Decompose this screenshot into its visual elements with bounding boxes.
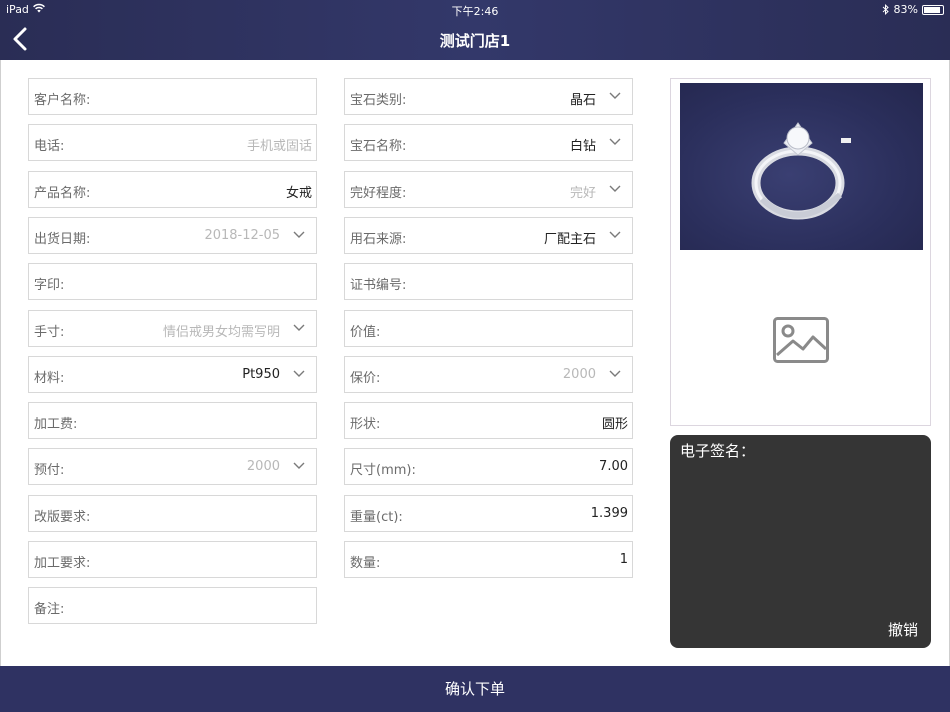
- form-field[interactable]: 重量(ct): 1.399: [344, 495, 633, 532]
- field-label: 出货日期:: [34, 232, 91, 247]
- field-value[interactable]: 1.399: [591, 506, 628, 521]
- form-field[interactable]: 字印:: [28, 263, 317, 300]
- field-label: 预付:: [34, 463, 65, 478]
- ring-image: [751, 122, 851, 220]
- form-field[interactable]: 用石来源: 厂配主石: [344, 217, 633, 254]
- battery-icon: [922, 4, 944, 15]
- form-field[interactable]: 保价: 2000: [344, 356, 633, 393]
- form-field[interactable]: 手寸: 情侣戒男女均需写明: [28, 310, 317, 347]
- form-field[interactable]: 备注:: [28, 587, 317, 624]
- field-label: 证书编号:: [350, 278, 407, 293]
- form-field[interactable]: 电话: 手机或固话: [28, 124, 317, 161]
- field-label: 重量(ct):: [350, 510, 403, 525]
- field-label: 字印:: [34, 278, 65, 293]
- field-value[interactable]: 2000: [563, 367, 596, 382]
- field-label: 改版要求:: [34, 510, 91, 525]
- image-panel: [670, 78, 931, 426]
- field-value[interactable]: 手机或固话: [247, 135, 312, 154]
- field-label: 备注:: [34, 602, 65, 617]
- chevron-down-icon[interactable]: [609, 137, 621, 147]
- field-label: 保价:: [350, 371, 381, 386]
- confirm-order-button[interactable]: 确认下单: [0, 666, 950, 712]
- undo-button[interactable]: 撤销: [888, 619, 918, 640]
- field-label: 形状:: [350, 417, 381, 432]
- form-field[interactable]: 改版要求:: [28, 495, 317, 532]
- page-title: 测试门店1: [439, 32, 511, 50]
- field-label: 材料:: [34, 371, 65, 386]
- image-placeholder-icon[interactable]: [773, 317, 829, 363]
- field-label: 宝石类别:: [350, 93, 407, 108]
- bluetooth-icon: [882, 4, 889, 15]
- field-value[interactable]: Pt950: [242, 367, 280, 382]
- form-field[interactable]: 材料: Pt950: [28, 356, 317, 393]
- form-field[interactable]: 形状: 圆形: [344, 402, 633, 439]
- status-time: 下午2:46: [451, 5, 499, 18]
- chevron-down-icon[interactable]: [293, 461, 305, 471]
- form-field[interactable]: 完好程度: 完好: [344, 171, 633, 208]
- field-value[interactable]: 7.00: [599, 459, 628, 474]
- form-field[interactable]: 产品名称: 女戒: [28, 171, 317, 208]
- chevron-down-icon[interactable]: [293, 323, 305, 333]
- field-value[interactable]: 2000: [247, 459, 280, 474]
- form-field[interactable]: 宝石名称: 白钻: [344, 124, 633, 161]
- form-field[interactable]: 加工费:: [28, 402, 317, 439]
- signature-label: 电子签名：: [680, 442, 756, 460]
- form-field[interactable]: 数量: 1: [344, 541, 633, 578]
- field-label: 手寸:: [34, 325, 65, 340]
- chevron-down-icon[interactable]: [609, 369, 621, 379]
- field-value[interactable]: 圆形: [602, 413, 628, 432]
- form-field[interactable]: 客户名称:: [28, 78, 317, 115]
- field-label: 加工要求:: [34, 556, 91, 571]
- form-field[interactable]: 预付: 2000: [28, 448, 317, 485]
- form-field[interactable]: 出货日期: 2018-12-05: [28, 217, 317, 254]
- chevron-down-icon[interactable]: [609, 230, 621, 240]
- field-value[interactable]: 1: [620, 552, 628, 567]
- field-label: 完好程度:: [350, 186, 407, 201]
- form-field[interactable]: 尺寸(mm): 7.00: [344, 448, 633, 485]
- field-value[interactable]: 情侣戒男女均需写明: [163, 321, 280, 340]
- field-label: 产品名称:: [34, 186, 91, 201]
- field-label: 加工费:: [34, 417, 78, 432]
- field-label: 客户名称:: [34, 93, 91, 108]
- form-field[interactable]: 宝石类别: 晶石: [344, 78, 633, 115]
- field-label: 电话:: [34, 139, 65, 154]
- form-field[interactable]: 证书编号:: [344, 263, 633, 300]
- field-value[interactable]: 白钻: [570, 135, 596, 154]
- chevron-down-icon[interactable]: [293, 369, 305, 379]
- field-value[interactable]: 完好: [570, 182, 596, 201]
- ring-photo[interactable]: [680, 83, 923, 250]
- nav-header: iPad 下午2:46 83% 测试门店1: [0, 0, 950, 60]
- field-label: 用石来源:: [350, 232, 407, 247]
- left-edge-divider: [0, 60, 1, 666]
- field-value[interactable]: 厂配主石: [544, 228, 596, 247]
- field-label: 数量:: [350, 556, 381, 571]
- field-value[interactable]: 女戒: [286, 182, 312, 201]
- field-value[interactable]: 2018-12-05: [204, 228, 280, 243]
- status-battery: 83%: [882, 3, 944, 16]
- chevron-down-icon[interactable]: [293, 230, 305, 240]
- form-field[interactable]: 价值:: [344, 310, 633, 347]
- chevron-down-icon[interactable]: [609, 184, 621, 194]
- chevron-down-icon[interactable]: [609, 91, 621, 101]
- field-value[interactable]: 晶石: [570, 89, 596, 108]
- battery-percent: 83%: [893, 3, 918, 16]
- field-label: 价值:: [350, 325, 381, 340]
- field-label: 宝石名称:: [350, 139, 407, 154]
- field-label: 尺寸(mm):: [350, 463, 416, 478]
- form-field[interactable]: 加工要求:: [28, 541, 317, 578]
- signature-pad[interactable]: 电子签名： 撤销: [670, 435, 931, 648]
